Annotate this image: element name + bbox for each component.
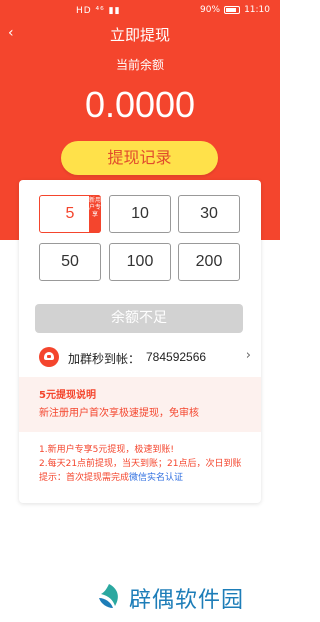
amount-option-100[interactable]: 100 (109, 243, 171, 281)
join-group-row[interactable]: 加群秒到帐： 784592566 › (35, 345, 251, 369)
new-user-tag: 新用户专享 (89, 195, 101, 233)
withdraw-button[interactable]: 余额不足 (35, 304, 243, 333)
balance-label: 当前余额 (115, 58, 164, 72)
rules: 1.新用户专享5元提现，极速到账! 2.每天21点前提现，当天到账；21点后，次… (39, 443, 253, 485)
info-title: 5元提现说明 (39, 390, 96, 401)
network-indicator: HD ⁴⁶ ▮▮ (76, 6, 121, 16)
withdraw-card: 5 新用户专享 10 30 50 100 200 余额不足 加群秒到帐： 784… (19, 180, 261, 503)
info-box: 5元提现说明 新注册用户首次享极速提现，免审核 (19, 377, 261, 432)
rule-line-2: 2.每天21点前提现，当天到账；21点后，次日到账 (39, 459, 242, 469)
rule-line-1: 1.新用户专享5元提现，极速到账! (39, 445, 174, 455)
group-number: 784592566 (146, 350, 207, 364)
watermark: 辟偶软件园 (95, 580, 275, 613)
info-description: 新注册用户首次享极速提现，免审核 (39, 408, 199, 419)
watermark-logo-icon (99, 584, 118, 608)
status-right: 90% 11:10 (200, 5, 270, 15)
tip-prefix: 提示：首次提现需完成 (39, 473, 130, 483)
page-title: 立即提现 (109, 26, 170, 44)
clock: 11:10 (244, 5, 270, 15)
status-bar: HD ⁴⁶ ▮▮ 90% 11:10 (0, 0, 280, 22)
amount-label: 5 (65, 205, 75, 222)
join-group-label: 加群秒到帐： (68, 352, 141, 366)
amount-option-30[interactable]: 30 (178, 195, 240, 233)
tip-line: 提示：首次提现需完成微信实名认证 (39, 471, 253, 485)
battery-icon (224, 6, 241, 14)
amount-option-50[interactable]: 50 (39, 243, 101, 281)
balance-value: 0.0000 (84, 84, 196, 125)
chevron-right-icon: › (245, 348, 251, 363)
amount-option-200[interactable]: 200 (178, 243, 240, 281)
amount-option-5[interactable]: 5 新用户专享 (39, 195, 101, 233)
qq-icon (39, 347, 59, 367)
battery-percent: 90% (200, 5, 221, 15)
withdraw-records-button[interactable]: 提现记录 (61, 141, 218, 175)
wechat-verify-link[interactable]: 微信实名认证 (129, 473, 183, 483)
amount-option-10[interactable]: 10 (109, 195, 171, 233)
watermark-text: 辟偶软件园 (129, 588, 245, 613)
